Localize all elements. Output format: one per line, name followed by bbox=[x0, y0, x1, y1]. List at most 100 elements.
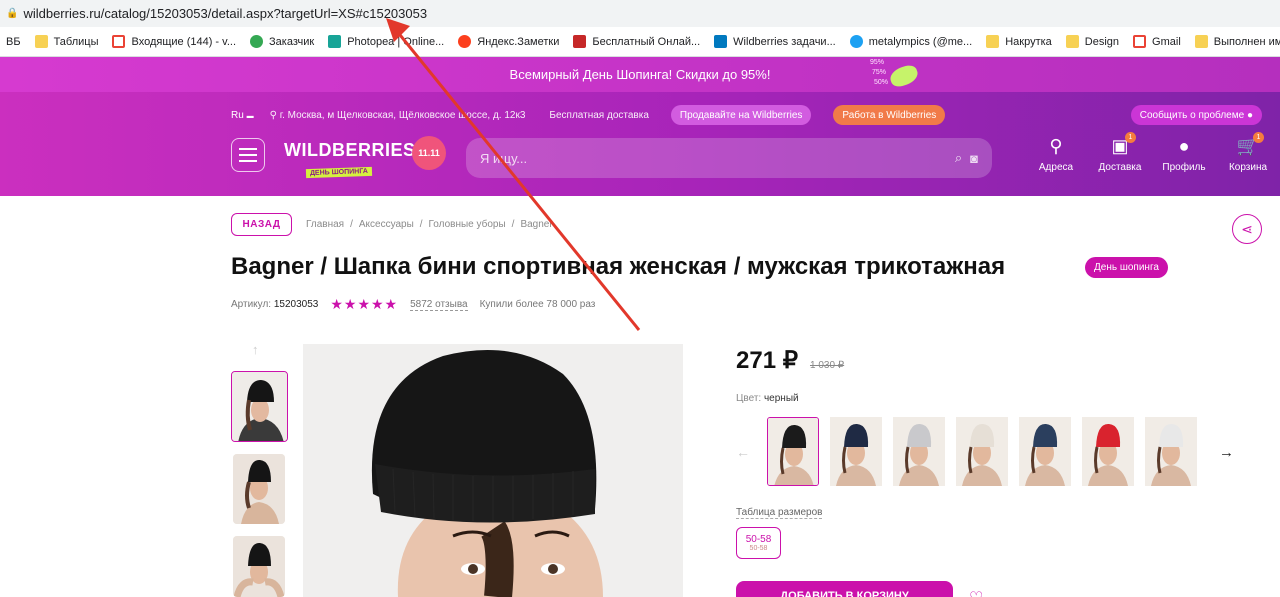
product-thumbnail-3[interactable] bbox=[233, 536, 285, 597]
bookmark-label: Бесплатный Онлай... bbox=[592, 35, 701, 48]
bookmark-done[interactable]: Выполнен им bbox=[1194, 35, 1280, 48]
color-swatch[interactable] bbox=[1145, 417, 1197, 486]
product-thumbnail-2[interactable] bbox=[233, 454, 285, 524]
breadcrumb-separator: / bbox=[419, 219, 423, 230]
product-main-image[interactable] bbox=[303, 344, 683, 597]
folder-icon bbox=[986, 35, 1000, 48]
color-label: Цвет: черный bbox=[736, 393, 799, 404]
bookmark-label: Gmail bbox=[1152, 35, 1181, 48]
promo-blob bbox=[887, 62, 921, 90]
folder-icon bbox=[1065, 35, 1079, 48]
thumbs-up-arrow-icon[interactable]: ↑ bbox=[252, 342, 259, 357]
product-title: Bagner / Шапка бини спортивная женская /… bbox=[231, 253, 1006, 280]
user-icon: ● bbox=[1178, 136, 1190, 156]
size-main: 50-58 bbox=[745, 534, 772, 545]
swatch-model-image bbox=[956, 417, 1008, 486]
bought-count: Купили более 78 000 раз bbox=[479, 299, 596, 310]
bookmark-client[interactable]: Заказчик bbox=[250, 35, 314, 48]
color-swatch[interactable] bbox=[1082, 417, 1134, 486]
woman-in-hat-image bbox=[232, 372, 287, 441]
color-swatch[interactable] bbox=[956, 417, 1008, 486]
nav-profile[interactable]: ● Профиль bbox=[1152, 134, 1216, 173]
color-swatch[interactable] bbox=[1019, 417, 1071, 486]
twitter-icon bbox=[849, 35, 863, 48]
bookmark-wb-tasks[interactable]: Wildberries задачи... bbox=[714, 35, 836, 48]
logo-badge: 11.11 bbox=[412, 136, 446, 170]
color-swatch[interactable] bbox=[767, 417, 819, 486]
promo-deco-95: 95% bbox=[870, 59, 885, 66]
woman-in-hat-image bbox=[233, 454, 285, 524]
bookmark-inbox[interactable]: Входящие (144) - v... bbox=[112, 35, 236, 48]
bookmark-design[interactable]: Design bbox=[1065, 35, 1120, 48]
add-to-cart-button[interactable]: ДОБАВИТЬ В КОРЗИНУ bbox=[736, 581, 953, 597]
swatches-next-arrow-icon[interactable]: → bbox=[1219, 444, 1234, 461]
bookmark-label: Выполнен им bbox=[1213, 35, 1280, 48]
share-button[interactable]: ⋖ bbox=[1232, 214, 1262, 244]
menu-button[interactable] bbox=[231, 138, 265, 172]
promo-text: Всемирный День Шопинга! Скидки до 95%! bbox=[509, 67, 771, 82]
url-text[interactable]: wildberries.ru/catalog/15203053/detail.a… bbox=[23, 6, 427, 21]
product-thumbnail-1[interactable] bbox=[231, 371, 288, 442]
article-number: Артикул: 15203053 bbox=[231, 299, 318, 310]
bookmark-label: Накрутка bbox=[1005, 35, 1052, 48]
color-swatch[interactable] bbox=[893, 417, 945, 486]
breadcrumb-home[interactable]: Главная bbox=[306, 219, 344, 230]
bookmark-label: Входящие (144) - v... bbox=[131, 35, 237, 48]
bookmark-nakrutka[interactable]: Накрутка bbox=[986, 35, 1052, 48]
gmail-icon bbox=[112, 35, 126, 48]
search-input[interactable] bbox=[480, 150, 947, 166]
bookmark-photopea[interactable]: Photopea | Online... bbox=[328, 35, 444, 48]
search-bar: ⌕ ◙ bbox=[466, 138, 992, 178]
camera-icon[interactable]: ◙ bbox=[970, 151, 978, 166]
color-swatch[interactable] bbox=[830, 417, 882, 486]
heart-icon[interactable]: ♡ bbox=[969, 588, 983, 597]
back-button[interactable]: НАЗАД bbox=[231, 213, 292, 236]
language-switch[interactable]: Ru ▬ bbox=[231, 110, 254, 121]
nav-label: Адреса bbox=[1038, 162, 1074, 173]
bookmark-free-online[interactable]: Бесплатный Онлай... bbox=[573, 35, 700, 48]
price-block: 271 ₽ 1 030 ₽ bbox=[736, 346, 844, 375]
size-option[interactable]: 50-58 50-58 bbox=[736, 527, 781, 559]
article-value: 15203053 bbox=[273, 299, 319, 310]
location-pin-icon: ⚲ bbox=[269, 109, 280, 121]
search-icon[interactable]: ⌕ bbox=[955, 150, 962, 166]
breadcrumb-headwear[interactable]: Головные уборы bbox=[429, 219, 506, 230]
nav-label: Профиль bbox=[1162, 162, 1206, 173]
bookmark-tables[interactable]: Таблицы bbox=[34, 35, 98, 48]
sell-on-wb-button[interactable]: Продавайте на Wildberries bbox=[670, 105, 812, 125]
wildberries-logo[interactable]: WILDBERRIES ДЕНЬ ШОПИНГА 11.11 bbox=[284, 136, 449, 180]
delivery-address[interactable]: ⚲ г. Москва, м Щелковская, Щёлковское шо… bbox=[270, 110, 526, 121]
promo-deco-50: 50% bbox=[874, 79, 889, 86]
folder-icon bbox=[34, 35, 48, 48]
nav-delivery[interactable]: ▣ 1 Доставка bbox=[1088, 132, 1152, 173]
photopea-icon bbox=[328, 35, 342, 48]
nav-cart[interactable]: 🛒 1 Корзина bbox=[1216, 132, 1280, 173]
current-price: 271 ₽ bbox=[736, 347, 798, 374]
reviews-link[interactable]: 5872 отзыва bbox=[410, 299, 468, 311]
product-page: НАЗАД Главная / Аксессуары / Головные убор… bbox=[0, 196, 1280, 597]
yandex-icon bbox=[458, 35, 472, 48]
bookmark-yandex-notes[interactable]: Яндекс.Заметки bbox=[458, 35, 559, 48]
promo-banner[interactable]: Всемирный День Шопинга! Скидки до 95%! 9… bbox=[0, 57, 1280, 92]
article-label: Артикул: bbox=[231, 299, 272, 310]
bookmark-vb[interactable]: ВБ bbox=[6, 36, 21, 48]
free-delivery-link[interactable]: Бесплатная доставка bbox=[549, 110, 648, 121]
nav-label: Корзина bbox=[1228, 162, 1268, 173]
breadcrumb-accessories[interactable]: Аксессуары bbox=[359, 219, 414, 230]
bookmark-gmail[interactable]: Gmail bbox=[1133, 35, 1181, 48]
swatches-prev-arrow-icon[interactable]: ← bbox=[736, 444, 750, 460]
breadcrumb-brand[interactable]: Bagner bbox=[520, 219, 552, 230]
bookmark-twitter[interactable]: metalympics (@me... bbox=[849, 35, 972, 48]
swatch-model-image bbox=[1082, 417, 1134, 486]
flag-icon: ▬ bbox=[246, 112, 254, 120]
work-at-wb-button[interactable]: Работа в Wildberries bbox=[833, 105, 946, 125]
size-table-link[interactable]: Таблица размеров bbox=[736, 507, 823, 519]
folder-icon bbox=[1194, 35, 1208, 48]
nav-addresses[interactable]: ⚲ Адреса bbox=[1024, 134, 1088, 173]
shopping-day-badge[interactable]: День шопинга bbox=[1085, 257, 1168, 278]
address-bar[interactable]: 🔒 wildberries.ru/catalog/15203053/detail… bbox=[0, 0, 1280, 27]
grid-icon bbox=[573, 35, 587, 48]
bookmark-label: Design bbox=[1084, 35, 1120, 48]
rating-stars: ★★★★★ bbox=[330, 296, 399, 312]
report-problem-button[interactable]: Сообщить о проблеме ● bbox=[1130, 105, 1262, 125]
